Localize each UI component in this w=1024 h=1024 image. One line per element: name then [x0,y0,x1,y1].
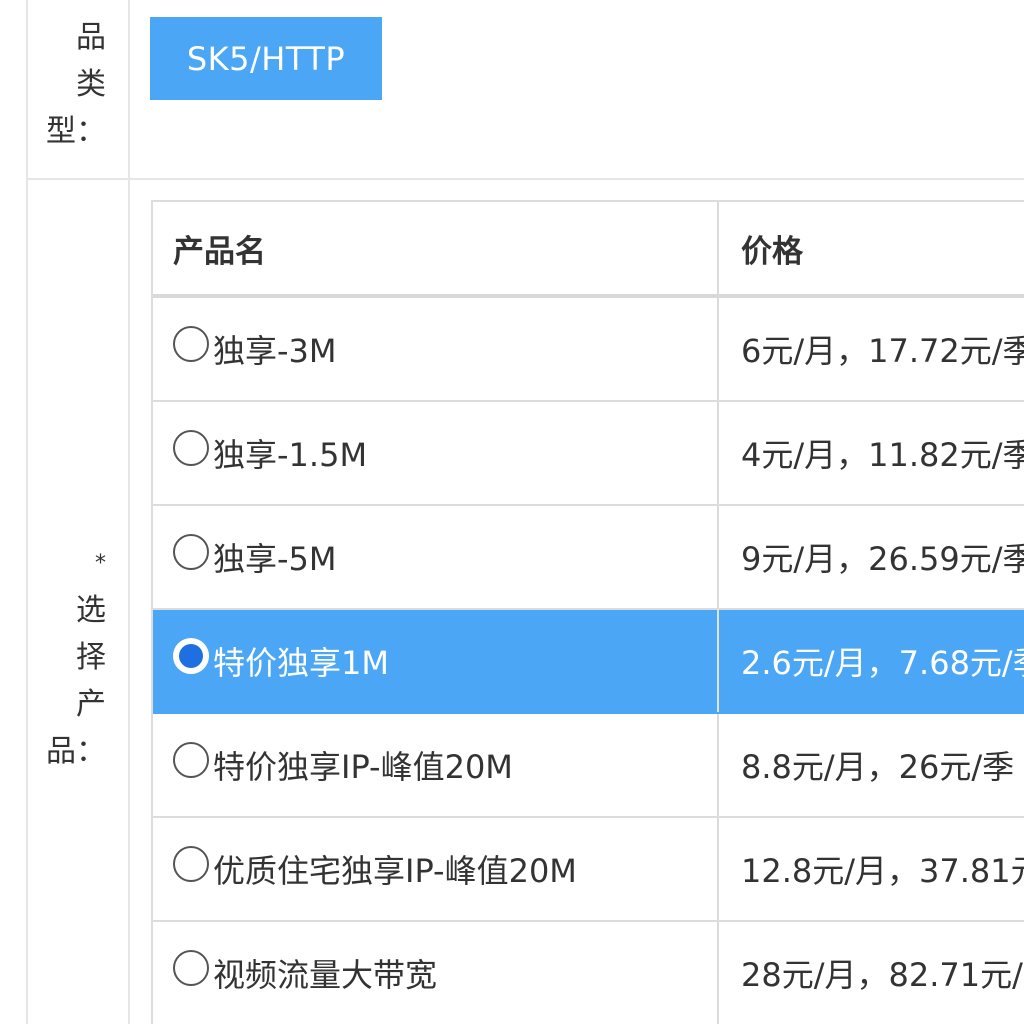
header-price: 价格 [741,233,803,270]
product-name: 特价独享IP-峰值20M [213,748,513,786]
product-name: 独享-5M [213,540,337,578]
product-price: 12.8元/月，37.81元 [741,852,1024,890]
table-row[interactable]: 特价独享IP-峰值20M 8.8元/月，26元/季 [153,714,1024,818]
product-table: 产品名 价格 独享-3M 6元/月，17.72元/季独享-1.5M 4元/月，11.… [151,200,1024,1024]
product-price: 8.8元/月，26元/季 [741,748,1015,786]
form-column-divider [128,0,130,1024]
radio-unchecked-icon[interactable] [173,742,209,778]
table-row[interactable]: 独享-1.5M 4元/月，11.82元/季 [153,402,1024,506]
product-name-cell: 优质住宅独享IP-峰值20M [153,818,719,920]
product-type-option-sk5-http[interactable]: SK5/HTTP [150,17,382,100]
table-row[interactable]: 独享-5M 9元/月，26.59元/季 [153,506,1024,610]
radio-checked-icon[interactable] [173,638,209,674]
product-price: 2.6元/月，7.68元/季 [741,644,1024,682]
product-type-label-char-3: 型： [46,114,106,149]
header-product-name: 产品名 [153,202,719,294]
product-price: 4元/月，11.82元/季 [741,436,1024,474]
product-name: 视频流量大带宽 [213,956,438,994]
table-row[interactable]: 优质住宅独享IP-峰值20M 12.8元/月，37.81元 [153,818,1024,922]
product-name-cell: 特价独享1M [153,610,719,712]
product-table-header: 产品名 价格 [153,202,1024,298]
radio-unchecked-icon[interactable] [173,950,209,986]
form-row-divider [26,178,1024,180]
select-product-label-line-3: 产 [76,687,106,722]
product-name: 独享-1.5M [213,436,368,474]
product-type-label-char-2: 类 [76,67,106,102]
product-type-label-char-1: 品 [76,20,106,55]
table-row[interactable]: 独享-3M 6元/月，17.72元/季 [153,298,1024,402]
select-product-label: * 选 择 产 品： [28,540,128,775]
radio-unchecked-icon[interactable] [173,534,209,570]
radio-unchecked-icon[interactable] [173,430,209,466]
product-name: 优质住宅独享IP-峰值20M [213,852,577,890]
table-row[interactable]: 特价独享1M 2.6元/月，7.68元/季 [153,610,1024,714]
radio-dot-icon [179,644,203,668]
product-name-cell: 独享-3M [153,298,719,400]
product-price: 6元/月，17.72元/季 [741,332,1024,370]
select-product-label-line-2: 择 [76,640,106,675]
product-name: 特价独享1M [213,644,389,682]
select-product-label-line-1: * 选 [76,540,106,634]
required-mark: * [95,551,106,576]
product-name-cell: 视频流量大带宽 [153,922,719,1024]
product-price: 9元/月，26.59元/季 [741,540,1024,578]
product-name: 独享-3M [213,332,337,370]
select-product-label-line-4: 品： [46,734,106,769]
product-name-cell: 独享-1.5M [153,402,719,504]
table-row[interactable]: 视频流量大带宽 28元/月，82.71元/ [153,922,1024,1024]
radio-unchecked-icon[interactable] [173,326,209,362]
product-order-form: 品 类 型： SK5/HTTP * 选 择 产 品： 产品名 价格 独享-3M 6元… [0,0,1024,1024]
product-name-cell: 特价独享IP-峰值20M [153,714,719,816]
product-type-label: 品 类 型： [28,14,128,155]
product-price: 28元/月，82.71元/ [741,956,1023,994]
product-name-cell: 独享-5M [153,506,719,608]
radio-unchecked-icon[interactable] [173,846,209,882]
